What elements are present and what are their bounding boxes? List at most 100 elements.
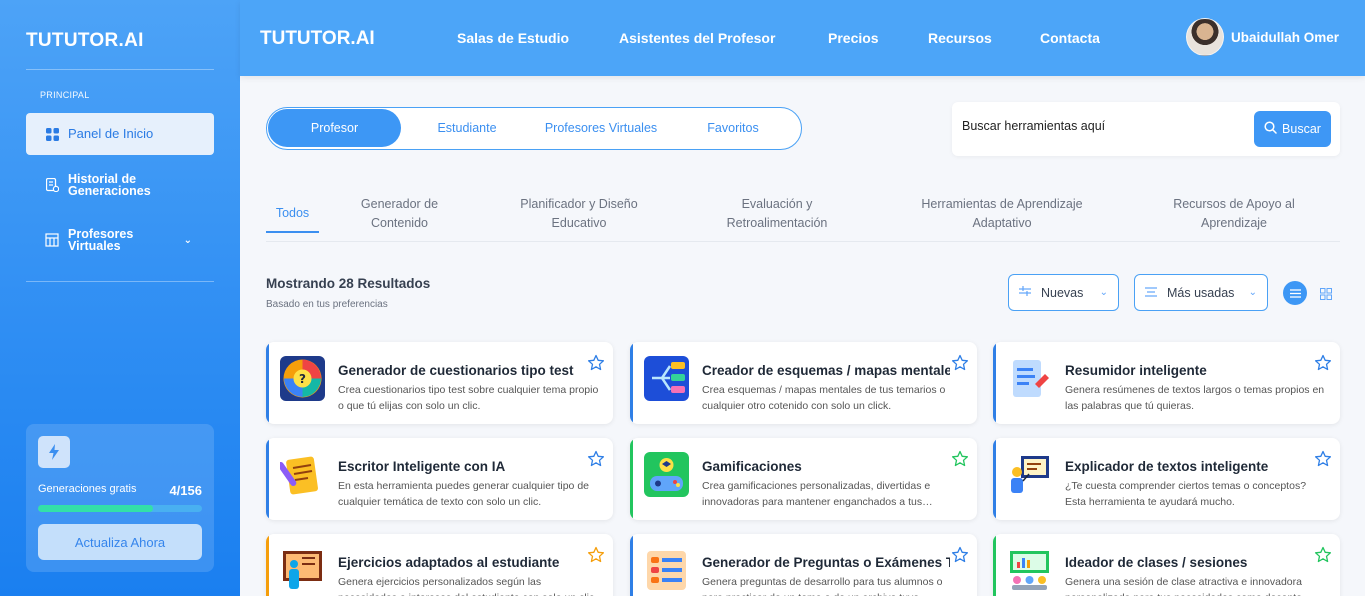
sidebar-item-historial[interactable]: Historial de Generaciones xyxy=(26,172,176,198)
card-title: Resumidor inteligente xyxy=(1065,363,1207,378)
search-input[interactable] xyxy=(962,119,1242,133)
sort-new-label: Nuevas xyxy=(1041,285,1084,300)
sidebar-divider xyxy=(26,281,214,282)
card-accent xyxy=(266,438,269,520)
tool-card[interactable]: Gamificaciones Crea gamificaciones perso… xyxy=(630,438,977,520)
presenter-board-icon xyxy=(1007,452,1052,497)
search-icon xyxy=(1264,121,1277,137)
list-view-button[interactable] xyxy=(1283,281,1307,305)
sidebar-divider xyxy=(26,69,214,70)
card-description: En esta herramienta puedes generar cualq… xyxy=(338,480,589,508)
search-button[interactable]: Buscar xyxy=(1254,111,1331,147)
tab-estudiante[interactable]: Estudiante xyxy=(419,108,515,148)
search-button-label: Buscar xyxy=(1282,122,1321,136)
grid-view-button[interactable] xyxy=(1320,287,1332,300)
nav-contacta[interactable]: Contacta xyxy=(1040,30,1100,46)
card-accent xyxy=(993,534,996,596)
sidebar-item-panel-de-inicio[interactable]: Panel de Inicio xyxy=(26,113,214,155)
card-title: Explicador de textos inteligente xyxy=(1065,459,1269,474)
tab-profesores-virtuales[interactable]: Profesores Virtuales xyxy=(531,108,671,148)
sidebar-item-label: Historial de Generaciones xyxy=(68,172,151,198)
tool-card[interactable]: Generador de Preguntas o Exámenes Tipo T… xyxy=(630,534,977,596)
active-tab-underline xyxy=(266,231,319,233)
category-divider xyxy=(266,241,1340,242)
star-icon[interactable] xyxy=(1314,450,1332,468)
nav-recursos[interactable]: Recursos xyxy=(928,30,992,46)
card-description: Genera una sesión de clase atractiva e i… xyxy=(1065,576,1305,596)
category-tab-recursos-de-apoyo[interactable]: Recursos de Apoyo al Aprendizaje xyxy=(1153,195,1315,233)
classroom-icon xyxy=(1007,548,1052,593)
lightning-icon xyxy=(38,436,70,468)
sort-used-dropdown[interactable]: Más usadas ⌄ xyxy=(1134,274,1268,311)
free-generations-label: Generaciones gratis xyxy=(38,483,137,495)
card-description: Genera preguntas de desarrollo para tus … xyxy=(702,576,943,596)
tab-favoritos[interactable]: Favoritos xyxy=(687,108,779,148)
top-header: TUTUTOR.AI Salas de Estudio Asistentes d… xyxy=(240,0,1365,76)
free-generations-count: 4/156 xyxy=(169,483,202,498)
card-accent xyxy=(266,342,269,424)
star-icon[interactable] xyxy=(1314,354,1332,372)
star-icon[interactable] xyxy=(587,546,605,564)
category-tab-planificador[interactable]: Planificador y Diseño Educativo xyxy=(504,195,654,233)
user-name[interactable]: Ubaidullah Omer xyxy=(1231,30,1339,45)
avatar[interactable] xyxy=(1186,18,1224,56)
card-title: Creador de esquemas / mapas mentales xyxy=(702,363,950,378)
sidebar: TUTUTOR.AI PRINCIPAL Panel de Inicio His… xyxy=(0,0,240,596)
sidebar-logo[interactable]: TUTUTOR.AI xyxy=(26,30,144,52)
nav-precios[interactable]: Precios xyxy=(828,30,879,46)
results-count: Mostrando 28 Resultados xyxy=(266,276,431,291)
history-document-icon xyxy=(45,178,59,192)
category-tab-aprendizaje-adaptativo[interactable]: Herramientas de Aprendizaje Adaptativo xyxy=(904,195,1100,233)
star-icon[interactable] xyxy=(587,354,605,372)
tool-card[interactable]: Explicador de textos inteligente ¿Te cue… xyxy=(993,438,1340,520)
sort-new-dropdown[interactable]: Nuevas ⌄ xyxy=(1008,274,1119,311)
sidebar-section-label: PRINCIPAL xyxy=(40,90,90,100)
header-logo[interactable]: TUTUTOR.AI xyxy=(260,28,375,50)
notepad-pen-icon xyxy=(280,452,325,497)
sidebar-item-label: Profesores Virtuales xyxy=(68,227,134,253)
role-tabs: Profesor Estudiante Profesores Virtuales… xyxy=(266,107,802,150)
card-accent xyxy=(993,342,996,424)
nav-salas-de-estudio[interactable]: Salas de Estudio xyxy=(457,30,569,46)
upgrade-button[interactable]: Actualiza Ahora xyxy=(38,524,202,560)
gamepad-icon xyxy=(644,452,689,497)
free-generations-card: Generaciones gratis 4/156 Actualiza Ahor… xyxy=(26,424,214,572)
card-title: Ejercicios adaptados al estudiante xyxy=(338,555,560,570)
nav-asistentes-del-profesor[interactable]: Asistentes del Profesor xyxy=(619,30,775,46)
chevron-down-icon[interactable]: ⌄ xyxy=(184,235,192,246)
category-tab-todos[interactable]: Todos xyxy=(266,204,319,223)
sidebar-item-profesores-virtuales[interactable]: Profesores Virtuales ⌄ xyxy=(26,227,214,253)
tool-card[interactable]: Ejercicios adaptados al estudiante Gener… xyxy=(266,534,613,596)
card-title: Generador de cuestionarios tipo test xyxy=(338,363,574,378)
tab-profesor[interactable]: Profesor xyxy=(268,109,401,147)
card-accent xyxy=(630,534,633,596)
card-title: Escritor Inteligente con IA xyxy=(338,459,506,474)
category-tab-generador-de-contenido[interactable]: Generador de Contenido xyxy=(346,195,453,233)
card-description: Genera resúmenes de textos largos o tema… xyxy=(1065,384,1325,412)
tool-card[interactable]: Ideador de clases / sesiones Genera una … xyxy=(993,534,1340,596)
card-description: Genera ejercicios personalizados según l… xyxy=(338,576,597,596)
star-icon[interactable] xyxy=(951,546,969,564)
chevron-down-icon: ⌄ xyxy=(1099,287,1108,298)
card-title: Generador de Preguntas o Exámenes Tipo T… xyxy=(702,555,950,570)
tool-card[interactable]: Creador de esquemas / mapas mentales Cre… xyxy=(630,342,977,424)
sort-lines-icon xyxy=(1145,286,1157,300)
card-title: Ideador de clases / sesiones xyxy=(1065,555,1248,570)
search-box: Buscar xyxy=(952,102,1340,156)
question-list-icon xyxy=(644,548,689,593)
chevron-down-icon: ⌄ xyxy=(1248,287,1257,298)
list-view-icon xyxy=(1289,288,1301,298)
generations-progress-fill xyxy=(38,505,153,512)
card-title: Gamificaciones xyxy=(702,459,802,474)
generations-progress-bar xyxy=(38,505,202,512)
category-tab-evaluacion[interactable]: Evaluación y Retroalimentación xyxy=(703,195,851,233)
tool-card[interactable]: ? Generador de cuestionarios tipo test C… xyxy=(266,342,613,424)
star-icon[interactable] xyxy=(951,354,969,372)
star-icon[interactable] xyxy=(587,450,605,468)
star-icon[interactable] xyxy=(951,450,969,468)
tool-card[interactable]: Escritor Inteligente con IA En esta herr… xyxy=(266,438,613,520)
tool-card[interactable]: Resumidor inteligente Genera resúmenes d… xyxy=(993,342,1340,424)
card-description: Crea cuestionarios tipo test sobre cualq… xyxy=(338,384,599,412)
star-icon[interactable] xyxy=(1314,546,1332,564)
card-accent xyxy=(630,438,633,520)
